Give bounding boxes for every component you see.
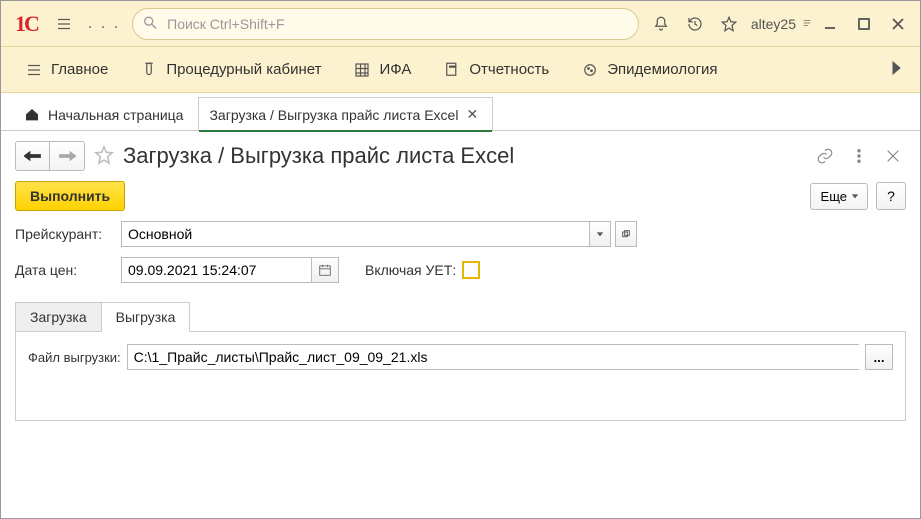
user-menu-caret-icon[interactable] <box>802 16 812 31</box>
inner-tabs: Загрузка Выгрузка <box>15 301 906 331</box>
date-input[interactable] <box>121 257 311 283</box>
menu-item-label: Главное <box>51 61 108 78</box>
main-menu: Главное Процедурный кабинет ИФА Отчетнос… <box>1 47 920 93</box>
document-tabs: Начальная страница Загрузка / Выгрузка п… <box>1 93 920 131</box>
menu-item-procedural[interactable]: Процедурный кабинет <box>128 55 333 85</box>
tube-icon <box>140 61 158 79</box>
notifications-button[interactable] <box>645 8 677 40</box>
row-date: Дата цен: Включая УЕТ: <box>15 257 906 283</box>
window-minimize-button[interactable] <box>814 8 846 40</box>
menu-item-label: Процедурный кабинет <box>166 61 321 78</box>
price-list-label: Прейскурант: <box>15 226 115 242</box>
search-input[interactable] <box>132 8 639 40</box>
action-bar: Выполнить Еще ? <box>1 179 920 221</box>
menu-toggle-button[interactable] <box>48 8 80 40</box>
tab-close-icon[interactable]: ✕ <box>466 106 478 123</box>
date-field <box>121 257 339 283</box>
export-file-label: Файл выгрузки: <box>28 350 121 365</box>
search-wrap <box>132 8 639 40</box>
price-list-input[interactable] <box>121 221 589 247</box>
export-file-input[interactable] <box>127 344 859 370</box>
page-header: Загрузка / Выгрузка прайс листа Excel <box>1 131 920 179</box>
price-list-combo <box>121 221 637 247</box>
menu-item-label: Эпидемиология <box>607 61 717 78</box>
virus-icon <box>581 61 599 79</box>
price-list-dropdown-button[interactable] <box>589 221 611 247</box>
uet-label: Включая УЕТ: <box>365 262 456 278</box>
list-icon <box>25 61 43 79</box>
nav-forward-button[interactable] <box>50 142 84 170</box>
menu-scroll-right[interactable] <box>884 61 908 78</box>
uet-checkbox[interactable] <box>462 261 480 279</box>
search-icon <box>142 14 158 33</box>
menu-item-label: Отчетность <box>469 61 549 78</box>
browse-button[interactable]: ... <box>865 344 893 370</box>
date-label: Дата цен: <box>15 262 115 278</box>
window-maximize-button[interactable] <box>848 8 880 40</box>
execute-button[interactable]: Выполнить <box>15 181 125 211</box>
menu-item-reports[interactable]: Отчетность <box>431 55 561 85</box>
titlebar: 1C . . . altey25 <box>1 1 920 47</box>
favorites-button[interactable] <box>713 8 745 40</box>
tab-label: Загрузка / Выгрузка прайс листа Excel <box>209 107 458 123</box>
tab-home[interactable]: Начальная страница <box>13 98 198 131</box>
row-price-list: Прейскурант: <box>15 221 906 247</box>
app-logo: 1C <box>7 11 46 37</box>
app-window: 1C . . . altey25 <box>0 0 921 519</box>
nav-back-button[interactable] <box>16 142 50 170</box>
more-button[interactable]: Еще <box>810 183 868 210</box>
menu-item-ifa[interactable]: ИФА <box>341 55 423 85</box>
calendar-button[interactable] <box>311 257 339 283</box>
tab-label: Начальная страница <box>48 107 183 123</box>
help-button[interactable]: ? <box>876 182 906 210</box>
report-icon <box>443 61 461 79</box>
menu-item-epidemiology[interactable]: Эпидемиология <box>569 55 729 85</box>
page-close-button[interactable] <box>880 143 906 169</box>
window-close-button[interactable] <box>882 8 914 40</box>
home-icon <box>24 107 40 123</box>
tab-unload[interactable]: Выгрузка <box>102 302 191 332</box>
more-label: Еще <box>821 189 847 204</box>
menu-item-main[interactable]: Главное <box>13 55 120 85</box>
history-button[interactable] <box>679 8 711 40</box>
nav-pair <box>15 141 85 171</box>
page-title: Загрузка / Выгрузка прайс листа Excel <box>123 143 804 169</box>
unload-pane: Файл выгрузки: ... <box>15 331 906 421</box>
titlebar-dots: . . . <box>82 15 126 33</box>
form: Прейскурант: Дата цен: Включая УЕТ: <box>1 221 920 293</box>
export-file-row: Файл выгрузки: ... <box>28 344 893 370</box>
caret-down-icon <box>851 192 859 200</box>
tab-price-list[interactable]: Загрузка / Выгрузка прайс листа Excel ✕ <box>198 97 493 131</box>
favorite-star-icon[interactable] <box>93 144 115 169</box>
grid-icon <box>353 61 371 79</box>
kebab-menu-button[interactable] <box>846 143 872 169</box>
tab-load[interactable]: Загрузка <box>15 302 102 332</box>
calendar-icon <box>318 263 332 277</box>
user-name[interactable]: altey25 <box>747 16 800 32</box>
price-list-open-button[interactable] <box>615 221 637 247</box>
inner-tabs-wrap: Загрузка Выгрузка Файл выгрузки: ... <box>15 301 906 421</box>
link-button[interactable] <box>812 143 838 169</box>
menu-item-label: ИФА <box>379 61 411 78</box>
